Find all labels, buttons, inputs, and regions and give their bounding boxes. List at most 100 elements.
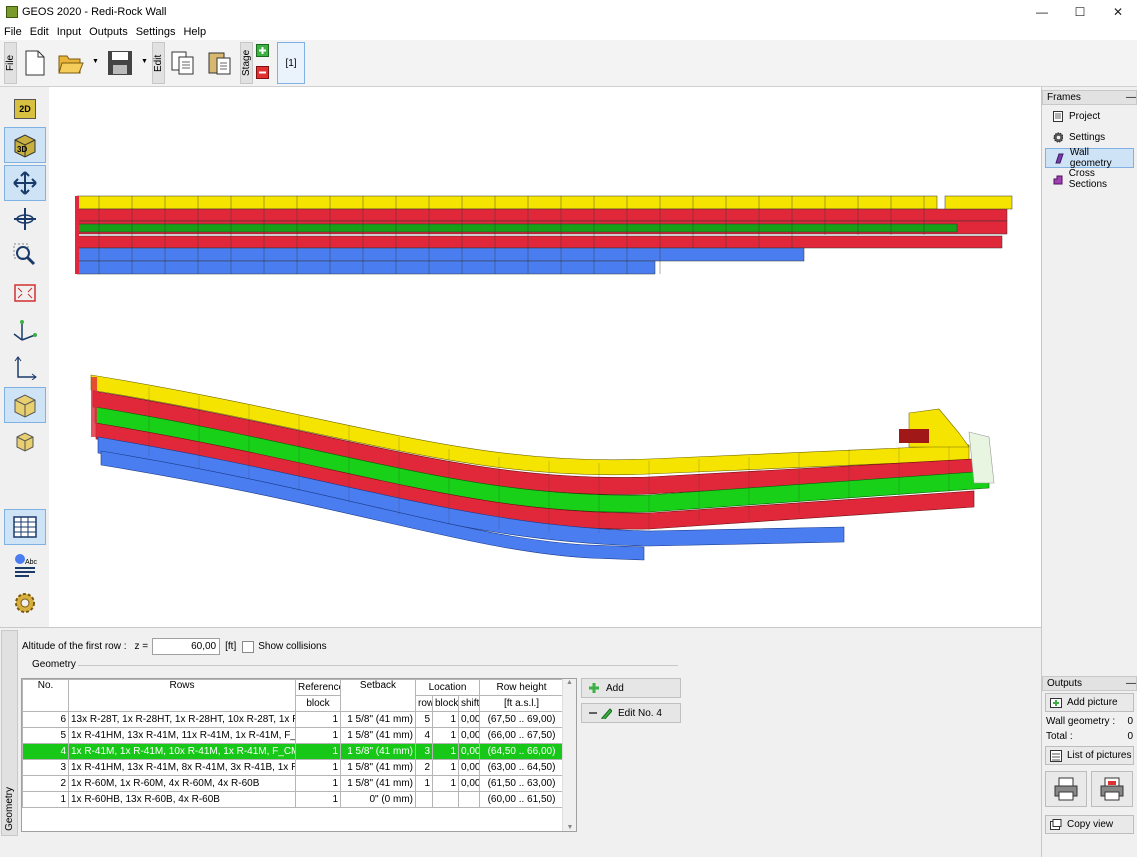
col-no: No. [22, 679, 69, 712]
altitude-unit: [ft] [225, 641, 237, 652]
z-label: z = [134, 641, 149, 652]
print-export-icon[interactable] [1091, 771, 1133, 807]
table-row[interactable]: 5 1x R-41HM, 13x R-41M, 11x R-41M, 1x R-4… [22, 727, 565, 744]
outputs-header: Outputs — [1042, 676, 1137, 691]
geometry-group-label: Geometry [32, 659, 76, 670]
print-icon[interactable] [1045, 771, 1087, 807]
show-collisions-checkbox[interactable] [242, 640, 255, 653]
view-3d-button[interactable]: 3D [4, 127, 46, 163]
close-button[interactable]: ✕ [1099, 0, 1137, 24]
menu-file[interactable]: File [0, 26, 26, 38]
scroll-down-icon[interactable]: ▼ [563, 824, 576, 831]
col-loc-block: block [432, 695, 459, 712]
outputs-panel: Outputs — Add picture Wall geometry : 0 T… [1042, 676, 1137, 836]
save-icon[interactable] [105, 46, 135, 80]
cross-sections-icon [1053, 175, 1063, 184]
table-row-selected[interactable]: 4 1x R-41M, 1x R-41M, 10x R-41M, 1x R-41M… [22, 743, 565, 760]
new-file-icon[interactable] [20, 46, 50, 80]
frame-wall-geometry[interactable]: Wall geometry [1045, 147, 1134, 169]
collapse-outputs-icon[interactable]: — [1126, 678, 1136, 689]
geometry-table[interactable]: No. Rows Reference Setback Location Row … [21, 678, 577, 832]
col-rowheight-1: Row height [479, 679, 565, 696]
zoom-icon[interactable] [4, 237, 46, 273]
wall-geometry-icon [1055, 153, 1064, 163]
copy-view-button[interactable]: Copy view [1045, 815, 1134, 834]
wall-geometry-count-label: Wall geometry : [1046, 716, 1116, 727]
view-2d-button[interactable]: 2D [4, 91, 46, 127]
altitude-label: Altitude of the first row : [22, 641, 127, 652]
table-row[interactable]: 2 1x R-60M, 1x R-60M, 4x R-60M, 4x R-60B 1… [22, 775, 565, 792]
right-panel: Frames — Project Settings Wall geometry C… [1041, 87, 1137, 857]
frames-header: Frames — [1042, 90, 1137, 105]
wall-3d-model [90, 374, 995, 561]
menu-edit[interactable]: Edit [26, 26, 53, 38]
table-row[interactable]: 6 13x R-28T, 1x R-28HT, 1x R-28HT, 10x R-… [22, 711, 565, 728]
table-view-icon[interactable] [4, 509, 46, 545]
altitude-row: Altitude of the first row : z = 60,00 [f… [22, 638, 327, 655]
view-box-alt-icon[interactable] [4, 423, 46, 459]
col-rowheight-2: [ft a.s.l.] [479, 695, 565, 712]
total-count-label: Total : [1046, 731, 1073, 742]
add-stage-icon[interactable] [256, 44, 269, 57]
menu-outputs[interactable]: Outputs [85, 26, 132, 38]
col-rows: Rows [68, 679, 296, 712]
settings-gear-icon[interactable] [4, 585, 46, 621]
plan-view [75, 195, 1013, 275]
col-ref-2: block [295, 695, 341, 712]
svg-text:3D: 3D [17, 145, 27, 154]
col-setback: Setback [340, 679, 416, 712]
main-toolbar: File ▼ ▼ Edit Stage [1] [0, 40, 1137, 87]
col-location: Location [414, 679, 481, 696]
labels-icon[interactable]: Abc [4, 547, 46, 583]
list-of-pictures-button[interactable]: List of pictures [1045, 746, 1134, 765]
pan-icon[interactable] [4, 165, 46, 201]
3d-viewport[interactable] [49, 87, 1041, 627]
menu-input[interactable]: Input [53, 26, 85, 38]
minimize-button[interactable]: — [1023, 0, 1061, 24]
window-title: GEOS 2020 - Redi-Rock Wall [22, 6, 167, 18]
copy-data-icon[interactable] [168, 46, 198, 80]
col-loc-shift: shift [457, 695, 481, 712]
open-file-icon[interactable] [56, 46, 86, 80]
remove-stage-icon[interactable] [256, 66, 269, 79]
open-dropdown-icon[interactable]: ▼ [92, 58, 99, 65]
wall-model-drawing [75, 195, 1013, 561]
frame-project[interactable]: Project [1045, 106, 1134, 126]
maximize-button[interactable]: ☐ [1061, 0, 1099, 24]
stage-1-tab[interactable]: [1] [277, 42, 305, 84]
add-picture-button[interactable]: Add picture [1045, 693, 1134, 712]
copy-view-icon [1050, 818, 1062, 830]
add-picture-icon [1050, 697, 1062, 708]
save-dropdown-icon[interactable]: ▼ [141, 58, 148, 65]
axes-3d-icon[interactable] [4, 313, 46, 349]
table-scrollbar[interactable]: ▲ ▼ [562, 679, 576, 831]
rotate-icon[interactable] [4, 201, 46, 237]
add-button[interactable]: Add [581, 678, 681, 698]
group-divider [78, 665, 678, 666]
altitude-input[interactable]: 60,00 [152, 638, 221, 655]
edit-group-label: Edit [152, 42, 165, 84]
view-toolbar: 2D 3D Abc [0, 87, 49, 627]
axes-2d-icon[interactable] [4, 349, 46, 385]
svg-text:Abc: Abc [25, 559, 38, 566]
geometry-tab[interactable]: Geometry [1, 630, 18, 836]
zoom-extents-icon[interactable] [4, 275, 46, 311]
col-ref-1: Reference [295, 679, 341, 696]
table-row[interactable]: 1 1x R-60HB, 13x R-60B, 4x R-60B 1 0" (0 mm… [22, 791, 565, 808]
collapse-frames-icon[interactable]: — [1126, 92, 1136, 103]
frame-settings[interactable]: Settings [1045, 127, 1134, 147]
show-collisions-label: Show collisions [258, 641, 327, 652]
paste-data-icon[interactable] [205, 46, 235, 80]
frame-cross-sections[interactable]: Cross Sections [1045, 168, 1134, 190]
view-box-icon[interactable] [4, 387, 46, 423]
edit-row-button[interactable]: Edit No. 4 [581, 703, 681, 723]
menu-help[interactable]: Help [179, 26, 210, 38]
scroll-up-icon[interactable]: ▲ [563, 679, 576, 686]
table-row[interactable]: 3 1x R-41HM, 13x R-41M, 8x R-41M, 3x R-41… [22, 759, 565, 776]
file-group-label: File [4, 42, 17, 84]
input-panel: Geometry Altitude of the first row : z =… [0, 627, 1041, 857]
app-icon [6, 6, 18, 18]
title-bar: GEOS 2020 - Redi-Rock Wall — ☐ ✕ [0, 0, 1137, 24]
menu-bar: File Edit Input Outputs Settings Help [0, 24, 1137, 40]
menu-settings[interactable]: Settings [132, 26, 180, 38]
